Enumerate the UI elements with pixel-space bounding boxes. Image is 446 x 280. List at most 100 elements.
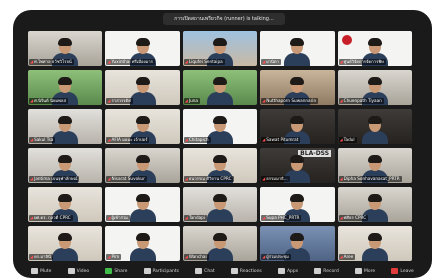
participant-name: ◢Juna bbox=[183, 98, 200, 104]
participant-tile[interactable]: ◢Chitapich bbox=[182, 109, 258, 144]
mic-muted-icon: ◢ bbox=[107, 176, 111, 181]
meeting-toolbar: Mute Video Share Participants Chat React… bbox=[13, 264, 432, 278]
participant-tile[interactable]: ◢ธนวรรณ ดีวิจาน CPRC bbox=[182, 148, 258, 183]
meeting-window: การเปิดสถานเพรียวกิจ (runner) is talking… bbox=[13, 10, 432, 278]
leave-icon bbox=[391, 268, 399, 274]
participant-name: ◢ผู้เข้าร่วม bbox=[106, 215, 130, 221]
mic-muted-icon: ◢ bbox=[107, 98, 111, 103]
participant-tile[interactable]: ◢Liqufei Sentaipa bbox=[182, 31, 258, 66]
mic-muted-icon: ◢ bbox=[339, 254, 343, 259]
participant-video bbox=[206, 116, 233, 144]
participant-tile[interactable]: ◢Pim bbox=[105, 226, 180, 261]
chat-button[interactable]: Chat bbox=[195, 268, 215, 274]
participant-name: ◢Yuxinthai ศรีเมืองมาร bbox=[106, 59, 155, 65]
participant-tile[interactable]: ◢ผู้เข้าร่วม bbox=[105, 187, 180, 222]
mic-muted-icon: ◢ bbox=[262, 176, 266, 181]
participant-tile[interactable]: ◢ผานิตา bbox=[260, 31, 335, 66]
participant-tile[interactable]: ◢Nutthaporn Suwannarin bbox=[260, 70, 335, 105]
mic-muted-icon: ◢ bbox=[184, 137, 188, 142]
mic-muted-icon: ◢ bbox=[184, 98, 188, 103]
video-button[interactable]: Video bbox=[67, 268, 89, 274]
mic-muted-icon: ◢ bbox=[262, 98, 266, 103]
participant-name: ◢Chitapich bbox=[183, 137, 211, 143]
participants-button[interactable]: Participants bbox=[143, 268, 179, 274]
participant-tile[interactable]: ◢ศูนย์วิจัยการจัดการพิษ bbox=[337, 31, 412, 66]
participant-tile[interactable]: ◢Nisarat Suvokur bbox=[105, 148, 180, 183]
mic-muted-icon: ◢ bbox=[107, 137, 111, 142]
participant-tile[interactable]: ◢Tandapi bbox=[182, 187, 258, 222]
participant-video bbox=[284, 38, 311, 66]
mic-muted-icon: ◢ bbox=[30, 137, 34, 142]
mic-muted-icon: ◢ bbox=[30, 59, 34, 64]
participant-name: ◢ผานิตา bbox=[261, 59, 281, 65]
mic-muted-icon: ◢ bbox=[30, 215, 34, 220]
mic-muted-icon: ◢ bbox=[184, 176, 188, 181]
participant-name: ◢Liqufei Sentaipa bbox=[183, 59, 225, 65]
mic-muted-icon: ◢ bbox=[262, 215, 266, 220]
participant-name: ◢ธรรมมาธิ... bbox=[261, 176, 290, 182]
participant-tile[interactable]: ◢ศ.นิรันต์ นิยมพลส bbox=[28, 70, 103, 105]
record-button[interactable]: Record bbox=[314, 268, 339, 274]
mic-muted-icon: ◢ bbox=[262, 137, 266, 142]
participant-tile[interactable]: ◢ผู้ร่วมประชุม bbox=[260, 226, 335, 261]
participant-name: ◢Sakul Tsa bbox=[29, 137, 56, 143]
organization-logo bbox=[341, 35, 352, 45]
participant-name: ◢ราสวรรดิศ bbox=[106, 98, 133, 104]
mute-button[interactable]: Mute bbox=[31, 268, 51, 274]
participant-tile[interactable]: ◢Tadul bbox=[337, 109, 412, 144]
participant-tile[interactable]: ◢Yuxinthai ศรีเมืองมาร bbox=[105, 31, 180, 66]
mic-muted-icon: ◢ bbox=[339, 176, 343, 181]
mic-muted-icon: ◢ bbox=[107, 59, 111, 64]
participant-tile[interactable]: ◢Sakul Tsa bbox=[28, 109, 103, 144]
participant-name: ◢ดร.มาลินี bbox=[29, 254, 53, 260]
participant-tile[interactable]: ◢Wanchai bbox=[182, 226, 258, 261]
record-icon bbox=[314, 268, 322, 274]
participant-name: ◢Tandapi bbox=[183, 215, 207, 221]
participant-tile[interactable]: ◢ราสวรรดิศ bbox=[105, 70, 180, 105]
participant-name: ◢Dipha Sonhavanasat_PRTR bbox=[338, 176, 402, 182]
mic-muted-icon: ◢ bbox=[30, 254, 34, 259]
participant-tile[interactable]: ◢ศศิธร CPRC bbox=[337, 187, 412, 222]
participant-video bbox=[129, 77, 156, 105]
participant-tile[interactable]: ◢Supa PHC_PRTR bbox=[260, 187, 335, 222]
participant-name: ◢ธนวรรณ ดีวิจาน CPRC bbox=[183, 176, 234, 182]
reaction-icon bbox=[230, 268, 238, 274]
participant-name: ◢Wanchai bbox=[183, 254, 209, 260]
more-button[interactable]: More bbox=[355, 268, 375, 274]
mic-muted-icon: ◢ bbox=[184, 59, 188, 64]
participant-tile[interactable]: ◢ผศ.ดร. กุลวดี CPRC bbox=[28, 187, 103, 222]
participant-tile[interactable]: ◢Dipha Sonhavanasat_PRTR bbox=[337, 148, 412, 183]
participant-gallery: ◢ศ.ไพศาล ธวัชวิโรจน์ ◢Yuxinthai ศรีเมือง… bbox=[28, 31, 416, 261]
participant-name: ◢AFIA มอมะ เจ้าปอร์ bbox=[106, 137, 150, 143]
leave-button[interactable]: Leave bbox=[391, 268, 414, 274]
participant-tile[interactable]: ◢Chuenpath Tiyaan bbox=[337, 70, 412, 105]
mic-muted-icon: ◢ bbox=[30, 98, 34, 103]
participant-tile[interactable]: ◢ดร.มาลินี bbox=[28, 226, 103, 261]
share-icon bbox=[105, 268, 113, 274]
mic-muted-icon: ◢ bbox=[184, 254, 188, 259]
mic-muted-icon: ◢ bbox=[339, 59, 343, 64]
mic-muted-icon: ◢ bbox=[339, 98, 343, 103]
reactions-button[interactable]: Reactions bbox=[230, 268, 262, 274]
participant-tile[interactable]: ◢Aree bbox=[337, 226, 412, 261]
apps-button[interactable]: Apps bbox=[277, 268, 298, 274]
participant-tile[interactable]: ◢ศ.ไพศาล ธวัชวิโรจน์ bbox=[28, 31, 103, 66]
participant-name: ◢ศูนย์วิจัยการจัดการพิษ bbox=[338, 59, 386, 65]
participant-tile[interactable]: ◢Sawat Pitumrat bbox=[260, 109, 335, 144]
participant-video bbox=[129, 194, 156, 222]
mic-icon bbox=[31, 268, 39, 274]
participant-video bbox=[206, 194, 233, 222]
active-speaker-banner: การเปิดสถานเพรียวกิจ (runner) is talking… bbox=[163, 13, 285, 25]
participant-tile[interactable]: ◢AFIA มอมะ เจ้าปอร์ bbox=[105, 109, 180, 144]
mic-muted-icon: ◢ bbox=[262, 254, 266, 259]
participant-tile[interactable]: BLA-DSS ◢ธรรมมาธิ... bbox=[260, 148, 335, 183]
participant-tile[interactable]: ◢Jantima เจนจุฬาลักษณ์ bbox=[28, 148, 103, 183]
participant-video bbox=[361, 116, 388, 144]
mic-muted-icon: ◢ bbox=[184, 215, 188, 220]
participant-tile[interactable]: ◢Juna bbox=[182, 70, 258, 105]
participant-video bbox=[52, 233, 79, 261]
participant-name: ◢Nisarat Suvokur bbox=[106, 176, 147, 182]
participant-name: ◢Pim bbox=[106, 254, 122, 260]
share-button[interactable]: Share bbox=[105, 268, 127, 274]
participant-name: ◢ผศ.ดร. กุลวดี CPRC bbox=[29, 215, 73, 221]
